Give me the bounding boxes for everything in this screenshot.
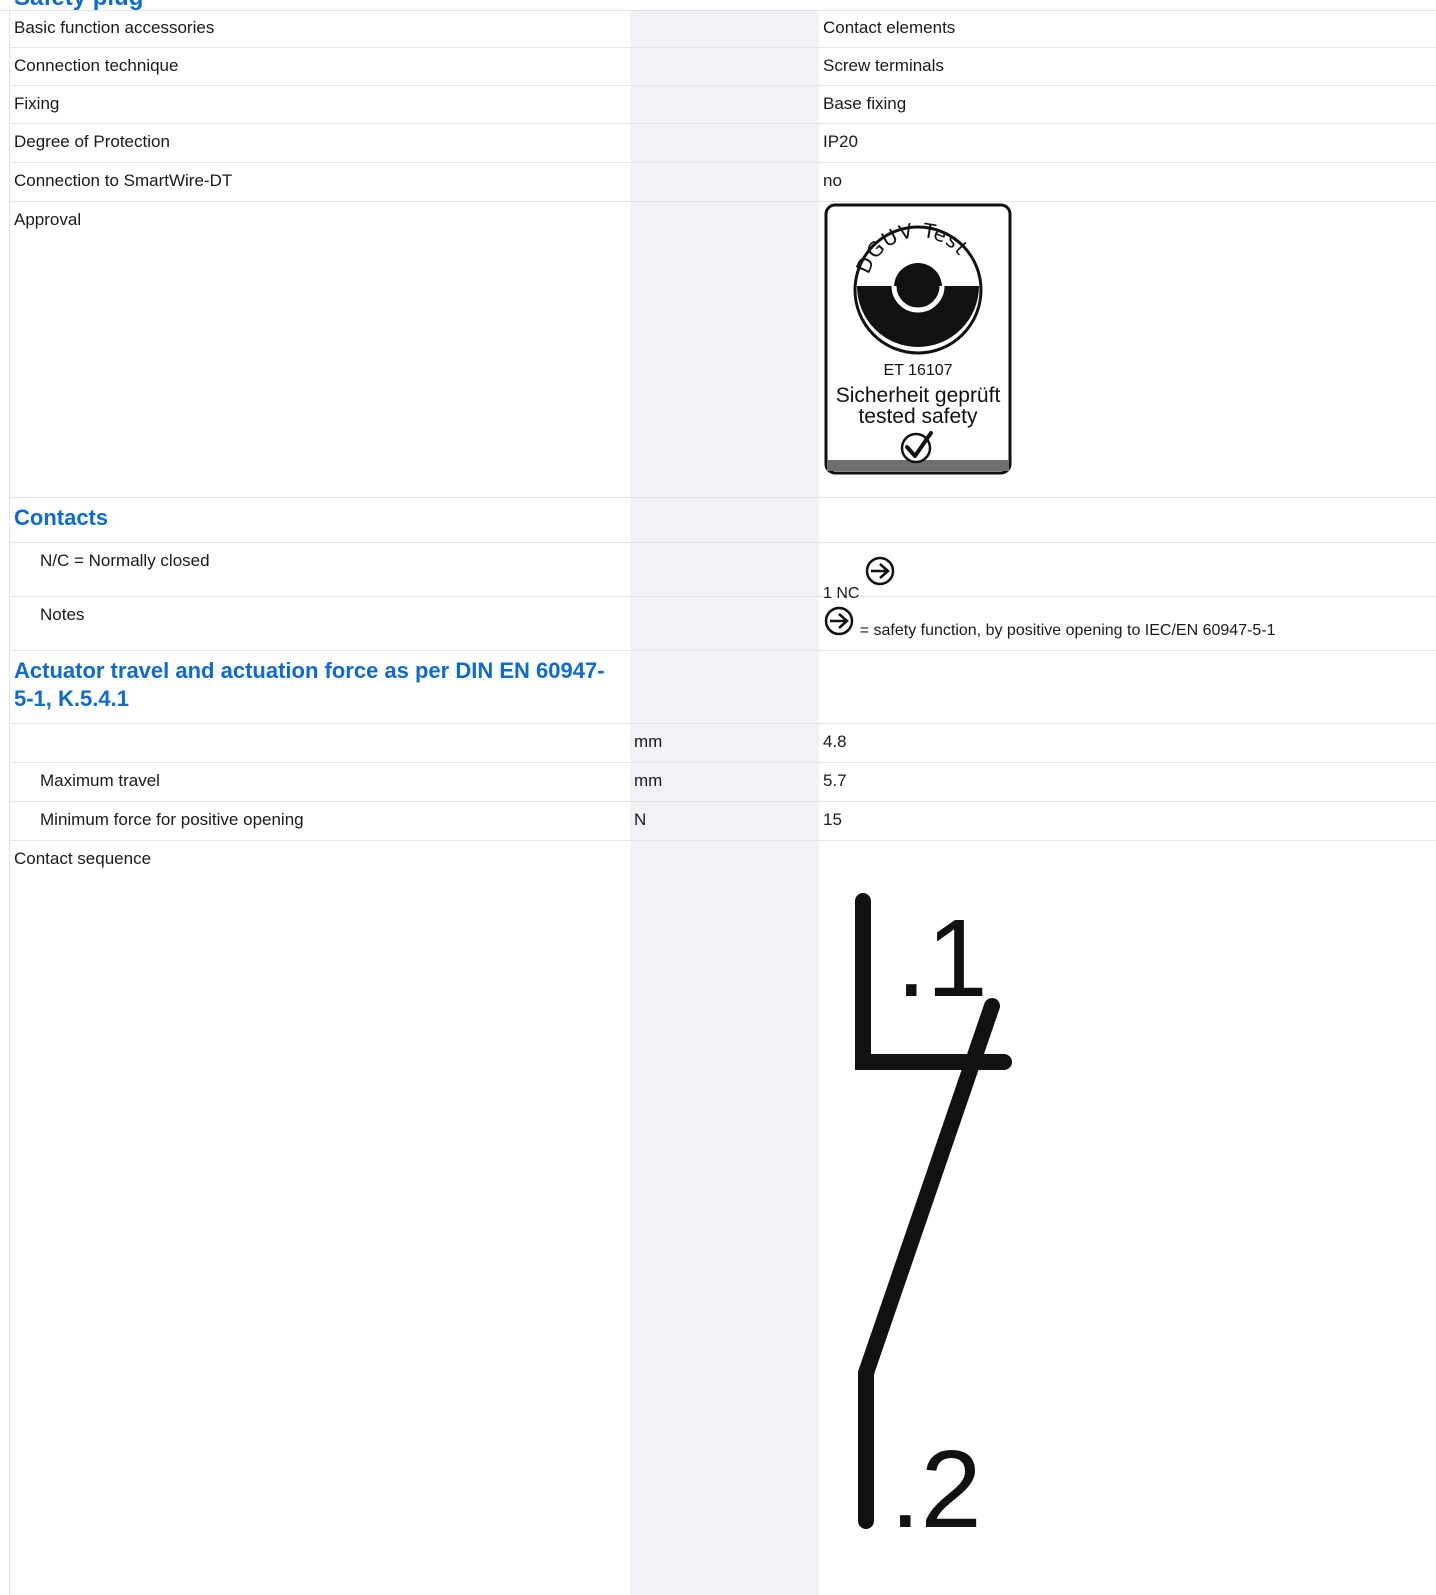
row-unit: N: [634, 810, 647, 829]
table-row: Basic function accessories Contact eleme…: [10, 10, 1436, 48]
row-value: Base fixing: [823, 94, 907, 113]
row-label: Fixing: [14, 94, 60, 113]
table-row: Notes = safety function, by positive ope…: [10, 597, 1436, 651]
row-label: Notes: [40, 605, 85, 624]
table-row: Connection technique Screw terminals: [10, 48, 1436, 86]
row-value: 4.8: [823, 732, 847, 751]
row-value: 15: [823, 810, 842, 829]
row-unit: mm: [634, 732, 663, 751]
row-label: Contact sequence: [14, 849, 152, 868]
dguv-test-badge: DGUV Test ET 16107 Sicherheit geprüft te…: [824, 203, 1012, 480]
row-value: 1 NC: [823, 543, 896, 602]
table-row: N/C = Normally closed 1 NC: [10, 543, 1436, 602]
contact-sequence-diagram: .1 .2: [846, 891, 1016, 1556]
section-header-actuator: Actuator travel and actuation force as p…: [10, 651, 1436, 724]
row-value: 5.7: [823, 771, 847, 790]
table-row: mm 4.8: [10, 724, 1436, 763]
badge-line2: tested safety: [858, 405, 978, 428]
row-label: Minimum force for positive opening: [40, 810, 304, 829]
terminal-label-bottom: .2: [890, 1428, 982, 1551]
row-label: [40, 724, 640, 731]
row-label: Maximum travel: [40, 771, 160, 790]
section-title: Actuator travel and actuation force as p…: [14, 658, 605, 711]
row-label: Basic function accessories: [14, 18, 215, 37]
row-value: IP20: [823, 132, 858, 151]
row-value: Screw terminals: [823, 56, 944, 75]
table-row-approval: Approval DGUV Test ET 16107 Sicherheit g…: [10, 202, 1436, 498]
row-value: = safety function, by positive opening t…: [823, 597, 1276, 643]
table-row: Fixing Base fixing: [10, 86, 1436, 124]
row-label: Connection to SmartWire-DT: [14, 171, 233, 190]
table-row: Maximum travel mm 5.7: [10, 763, 1436, 802]
positive-opening-icon: [824, 606, 854, 636]
row-unit: mm: [634, 771, 663, 790]
terminal-label-top: .1: [896, 897, 988, 1020]
dguv-badge-icon: DGUV Test ET 16107 Sicherheit geprüft te…: [824, 203, 1012, 475]
row-label: Degree of Protection: [14, 132, 170, 151]
table-row: Degree of Protection IP20: [10, 124, 1436, 163]
section-title: Contacts: [14, 505, 109, 530]
badge-line1: Sicherheit geprüft: [836, 384, 1001, 407]
row-label: Connection technique: [14, 56, 179, 75]
row-label: N/C = Normally closed: [40, 551, 210, 570]
section-header-contacts: Contacts: [10, 498, 1436, 543]
table-row-contact-sequence: Contact sequence .1 .2: [10, 841, 1436, 1595]
nc-contact-symbol-icon: .1 .2: [855, 893, 1012, 1551]
row-value: Contact elements: [823, 18, 956, 37]
table-row: Minimum force for positive opening N 15: [10, 802, 1436, 841]
row-value: no: [823, 171, 842, 190]
notes-value-text: = safety function, by positive opening t…: [859, 622, 1276, 639]
badge-code: ET 16107: [883, 362, 952, 379]
positive-opening-icon: [865, 556, 895, 586]
row-label: Approval: [14, 210, 82, 229]
table-row: Connection to SmartWire-DT no: [10, 163, 1436, 202]
